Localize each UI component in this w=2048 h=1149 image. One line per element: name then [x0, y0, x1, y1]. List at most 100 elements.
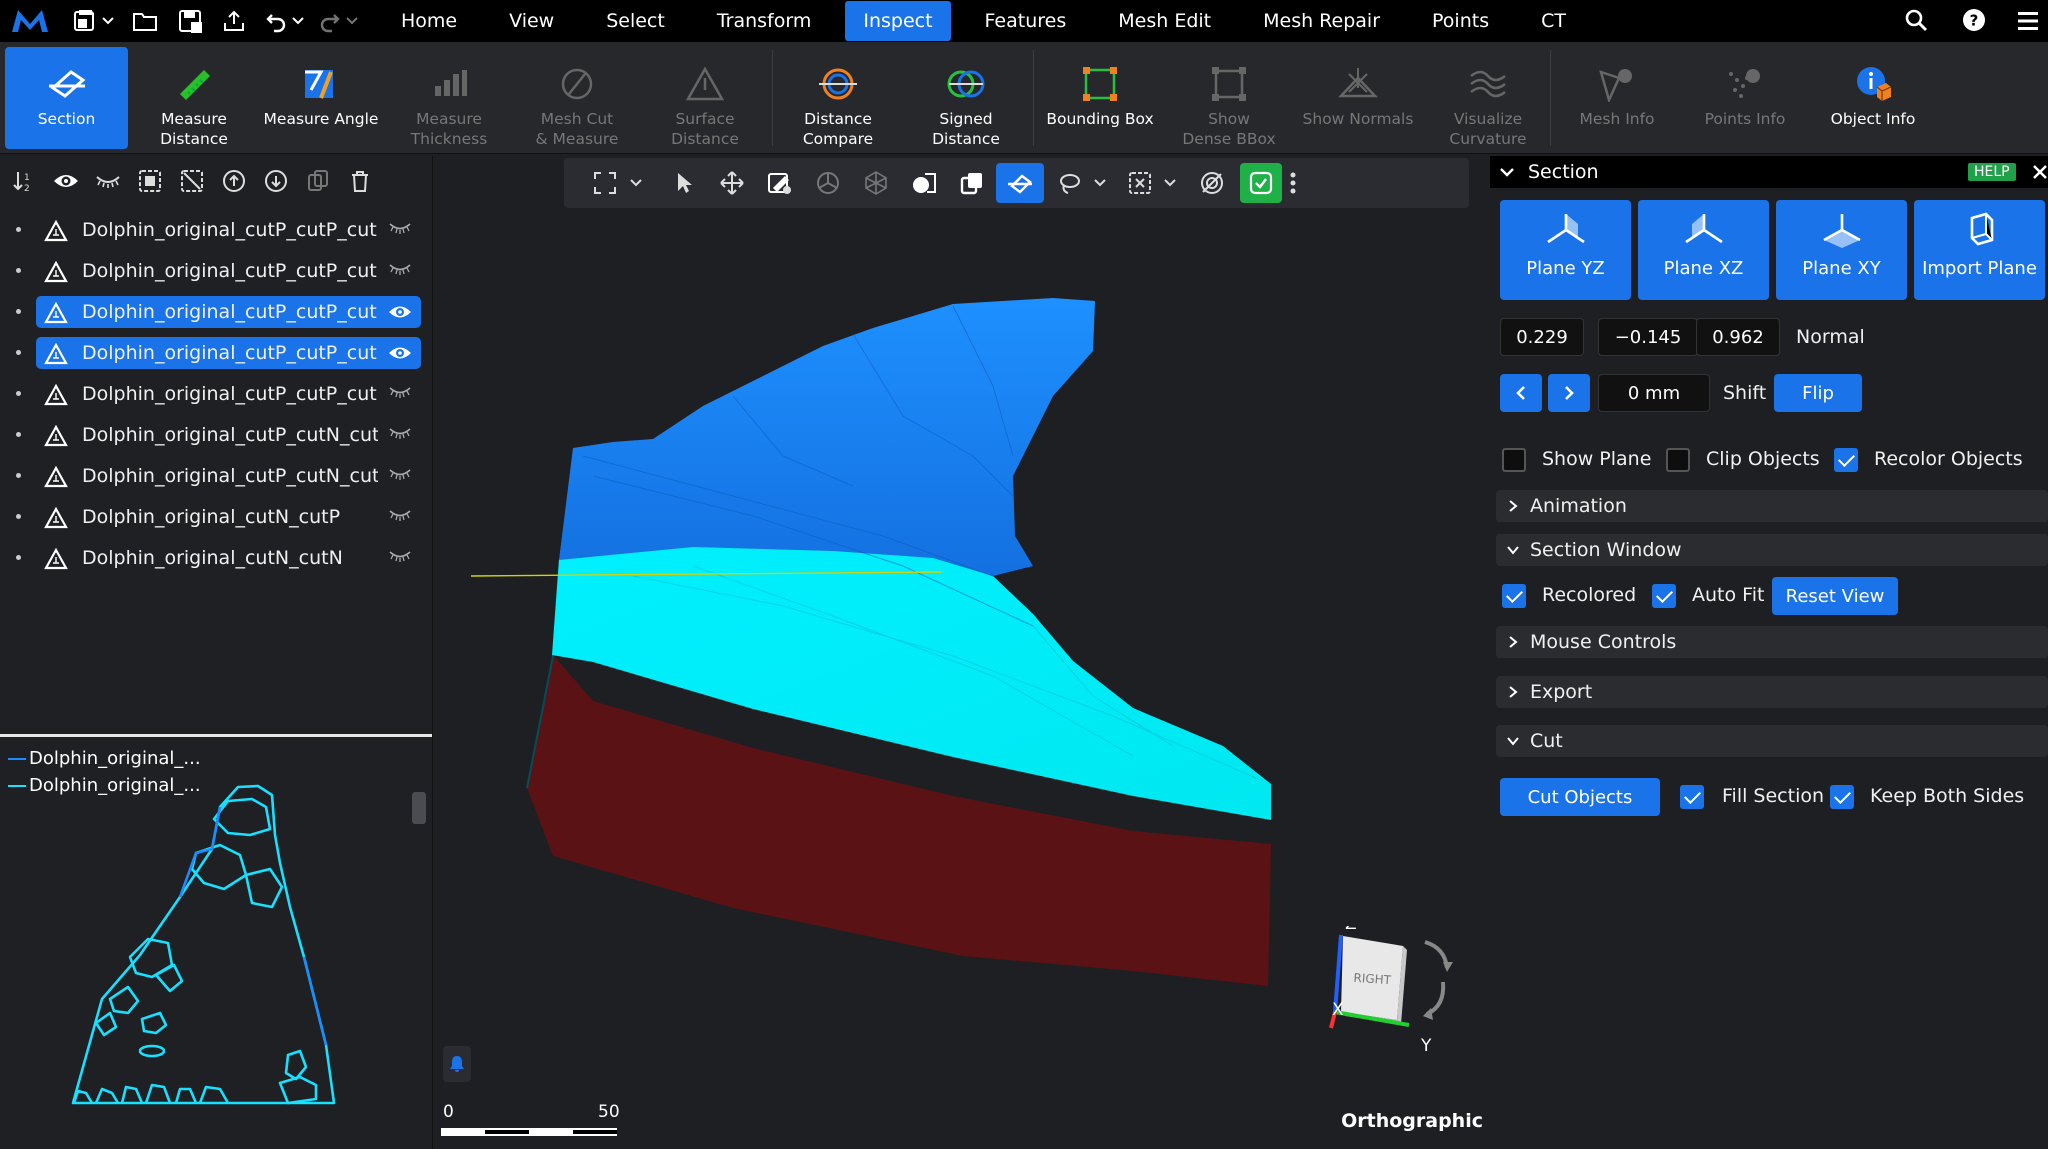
eye-closed-icon[interactable] [94, 167, 122, 195]
measure-distance-button[interactable]: Measure Distance [134, 47, 254, 149]
select-all-icon[interactable] [136, 167, 164, 195]
trash-icon[interactable] [346, 167, 374, 195]
shift-decrease-button[interactable] [1500, 374, 1542, 412]
tree-item[interactable]: Dolphin_original_cutP_cutP_cutP_cutN [0, 254, 432, 288]
lasso-button[interactable] [1050, 163, 1090, 203]
show-normals-button[interactable]: Show Normals [1296, 47, 1420, 149]
view-cube[interactable]: RIGHT Z X Y [1305, 926, 1455, 1096]
mouse-controls-header[interactable]: Mouse Controls [1496, 626, 2048, 658]
undo-icon[interactable] [264, 9, 304, 33]
menu-tab-ct[interactable]: CT [1523, 1, 1584, 41]
redo-icon[interactable] [318, 9, 358, 33]
section-window[interactable]: Dolphin_original_... Dolphin_original_..… [0, 734, 432, 1149]
rotate-tool-button[interactable] [804, 163, 852, 203]
menu-tab-select[interactable]: Select [588, 1, 683, 41]
eye-closed-icon[interactable] [388, 385, 412, 399]
notification-bell-button[interactable] [443, 1046, 471, 1082]
flip-button[interactable]: Flip [1774, 374, 1862, 412]
tree-item[interactable]: Dolphin_original_cutP_cutP_cutN_cutP [0, 295, 432, 329]
measure-angle-button[interactable]: Measure Angle [260, 47, 382, 149]
tree-item[interactable]: Dolphin_original_cutP_cutP_cutN_cutN [0, 336, 432, 370]
eye-icon[interactable] [52, 167, 80, 195]
menu-tab-mesh-edit[interactable]: Mesh Edit [1100, 1, 1229, 41]
eye-closed-icon[interactable] [388, 549, 412, 563]
plane-xz-button[interactable]: Plane XZ [1638, 200, 1769, 300]
points-info-button[interactable]: Points Info [1684, 47, 1806, 149]
tree-item[interactable]: Dolphin_original_cutP_cutP_cutN [0, 377, 432, 411]
cut-section-header[interactable]: Cut [1496, 725, 2048, 757]
projection-label[interactable]: Orthographic [1313, 1110, 1483, 1132]
tree-item[interactable]: Dolphin_original_cutN_cutP [0, 500, 432, 534]
plane-xy-button[interactable]: Plane XY [1776, 200, 1907, 300]
select-tool-button[interactable] [660, 163, 708, 203]
visualize-curvature-button[interactable]: Visualize Curvature [1426, 47, 1550, 149]
recolored-checkbox[interactable] [1502, 584, 1526, 608]
show-plane-checkbox[interactable] [1502, 448, 1526, 472]
object-info-button[interactable]: Object Info [1812, 47, 1934, 149]
normal-z-input[interactable]: 0.962 [1696, 318, 1780, 356]
plane-yz-button[interactable]: Plane YZ [1500, 200, 1631, 300]
shift-input[interactable]: 0 mm [1598, 374, 1710, 412]
arrow-down-circle-icon[interactable] [262, 167, 290, 195]
eye-closed-icon[interactable] [388, 426, 412, 440]
copy-icon[interactable] [304, 167, 332, 195]
cut-objects-button[interactable]: Cut Objects [1500, 778, 1660, 816]
chevron-down-icon[interactable] [1500, 167, 1514, 177]
save-icon[interactable] [178, 9, 204, 33]
menu-icon[interactable] [2018, 10, 2038, 32]
normal-x-input[interactable]: 0.229 [1500, 318, 1584, 356]
section-tool-button[interactable]: Section [5, 47, 128, 149]
menu-tab-home[interactable]: Home [383, 1, 475, 41]
menu-tab-inspect[interactable]: Inspect [845, 1, 951, 41]
menu-tab-points[interactable]: Points [1414, 1, 1507, 41]
help-badge[interactable]: HELP [1968, 163, 2016, 181]
eye-closed-icon[interactable] [388, 508, 412, 522]
measure-thickness-button[interactable]: Measure Thickness [388, 47, 510, 149]
eye-icon[interactable] [388, 303, 412, 321]
surface-distance-button[interactable]: Surface Distance [644, 47, 766, 149]
tree-item[interactable]: Dolphin_original_cutP_cutN_cutP [0, 418, 432, 452]
fill-section-checkbox[interactable] [1680, 785, 1704, 809]
import-plane-button[interactable]: Import Plane [1914, 200, 2045, 300]
signed-distance-button[interactable]: Signed Distance [905, 47, 1027, 149]
box-select-button[interactable] [1120, 163, 1160, 203]
box-select-dropdown[interactable] [1160, 163, 1180, 203]
lasso-dropdown[interactable] [1090, 163, 1110, 203]
shading-button[interactable] [900, 163, 948, 203]
open-files-icon[interactable] [72, 9, 114, 33]
wireframe-button[interactable] [852, 163, 900, 203]
arrow-up-circle-icon[interactable] [220, 167, 248, 195]
export-section-header[interactable]: Export [1496, 676, 2048, 708]
eye-closed-icon[interactable] [388, 262, 412, 276]
tree-item[interactable]: Dolphin_original_cutP_cutP_cutP_cutP [0, 213, 432, 247]
eye-closed-icon[interactable] [388, 221, 412, 235]
eye-icon[interactable] [388, 344, 412, 362]
deselect-icon[interactable] [178, 167, 206, 195]
shift-increase-button[interactable] [1548, 374, 1590, 412]
reset-view-button[interactable]: Reset View [1772, 577, 1898, 615]
search-icon[interactable] [1904, 8, 1928, 32]
more-options-button[interactable] [1282, 163, 1304, 203]
show-dense-bbox-button[interactable]: Show Dense BBox [1168, 47, 1290, 149]
eye-closed-icon[interactable] [388, 467, 412, 481]
3d-viewport[interactable]: 0 50 RIGHT Z X Y Orthographic [432, 156, 1490, 1149]
keep-both-sides-checkbox[interactable] [1830, 785, 1854, 809]
menu-tab-transform[interactable]: Transform [699, 1, 830, 41]
menu-tab-view[interactable]: View [491, 1, 572, 41]
fit-view-dropdown[interactable] [626, 163, 646, 203]
menu-tab-mesh-repair[interactable]: Mesh Repair [1245, 1, 1398, 41]
help-icon[interactable]: ? [1962, 8, 1986, 32]
tree-item[interactable]: Dolphin_original_cutN_cutN [0, 541, 432, 575]
section-view-button[interactable] [996, 163, 1044, 203]
fit-view-button[interactable] [584, 163, 626, 203]
hide-button[interactable] [1188, 163, 1236, 203]
auto-fit-checkbox[interactable] [1652, 584, 1676, 608]
normal-y-input[interactable]: −0.145 [1598, 318, 1698, 356]
section-window-header[interactable]: Section Window [1496, 534, 2048, 566]
sort-icon[interactable]: 12 [10, 167, 38, 195]
mesh-cut-measure-button[interactable]: Mesh Cut & Measure [516, 47, 638, 149]
tree-item[interactable]: Dolphin_original_cutP_cutN_cutN [0, 459, 432, 493]
clip-objects-checkbox[interactable] [1666, 448, 1690, 472]
folder-icon[interactable] [132, 10, 158, 32]
confirm-button[interactable] [1240, 163, 1282, 203]
